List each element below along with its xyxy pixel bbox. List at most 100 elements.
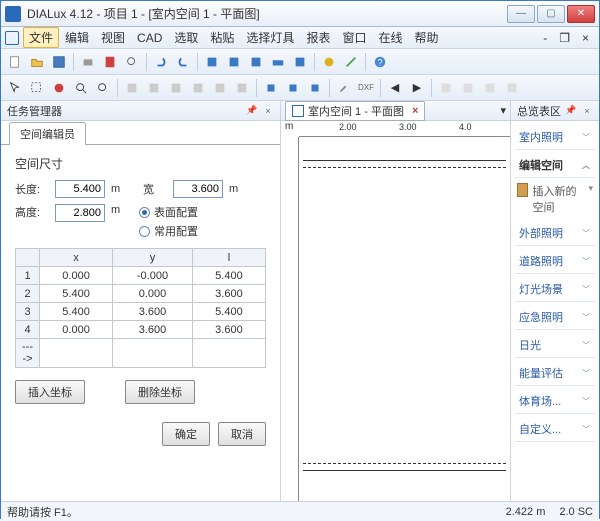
table-row[interactable]: 25.4000.0003.600 — [16, 285, 266, 303]
length-label: 长度: — [15, 181, 49, 197]
toolbar-2: DXF ◀ ▶ — [1, 75, 599, 101]
nav-item-2[interactable]: 外部照明﹀ — [515, 221, 595, 246]
col-l: l — [192, 249, 265, 267]
nav-item-6[interactable]: 日光﹀ — [515, 333, 595, 358]
menu-报表[interactable]: 报表 — [300, 29, 336, 47]
insert-coord-button[interactable]: 插入坐标 — [15, 380, 85, 404]
menu-在线[interactable]: 在线 — [372, 29, 408, 47]
delete-coord-button[interactable]: 删除坐标 — [125, 380, 195, 404]
tool-d-icon[interactable] — [268, 52, 288, 72]
pane-pin-icon[interactable]: 📌 — [246, 105, 258, 117]
mdi-close[interactable]: × — [576, 29, 595, 47]
view-dropdown-icon[interactable]: ▾ — [500, 104, 506, 117]
misc-a-icon[interactable] — [436, 78, 456, 98]
cancel-button[interactable]: 取消 — [218, 422, 266, 446]
chevron-icon: ﹀ — [581, 368, 591, 378]
pan-icon[interactable] — [49, 78, 69, 98]
gray-e-icon[interactable] — [210, 78, 230, 98]
close-button[interactable]: ✕ — [567, 5, 595, 23]
window-title: DIALux 4.12 - 项目 1 - [室内空间 1 - 平面图] — [27, 5, 507, 22]
zoom-icon[interactable] — [71, 78, 91, 98]
menu-编辑[interactable]: 编辑 — [59, 29, 95, 47]
nav-item-1[interactable]: 编辑空间︿ — [515, 153, 595, 178]
blue-c-icon[interactable] — [305, 78, 325, 98]
blue-b-icon[interactable] — [283, 78, 303, 98]
select-icon[interactable] — [27, 78, 47, 98]
arrow-r-icon[interactable]: ▶ — [407, 78, 427, 98]
nav-item-0[interactable]: 室内照明﹀ — [515, 125, 595, 150]
table-row[interactable]: 40.0003.6003.600 — [16, 321, 266, 339]
open-icon[interactable] — [27, 52, 47, 72]
minimize-button[interactable]: — — [507, 5, 535, 23]
nav-item-3[interactable]: 道路照明﹀ — [515, 249, 595, 274]
coordinate-table: x y l 10.000-0.0005.40025.4000.0003.6003… — [15, 248, 266, 368]
undo-icon[interactable] — [151, 52, 171, 72]
nav-item-7[interactable]: 能量评估﹀ — [515, 361, 595, 386]
width-input[interactable] — [173, 180, 223, 198]
misc-d-icon[interactable] — [502, 78, 522, 98]
ok-button[interactable]: 确定 — [162, 422, 210, 446]
radio-surface-config[interactable]: 表面配置 — [139, 204, 198, 220]
misc-c-icon[interactable] — [480, 78, 500, 98]
length-input[interactable] — [55, 180, 105, 198]
nav-item-5[interactable]: 应急照明﹀ — [515, 305, 595, 330]
nav-item-4[interactable]: 灯光场景﹀ — [515, 277, 595, 302]
nav-item-9[interactable]: 自定义...﹀ — [515, 417, 595, 442]
gray-d-icon[interactable] — [188, 78, 208, 98]
gray-c-icon[interactable] — [166, 78, 186, 98]
tool-f-icon[interactable] — [319, 52, 339, 72]
chevron-icon: ﹀ — [581, 256, 591, 266]
dxf-icon[interactable]: DXF — [356, 78, 376, 98]
help-icon[interactable]: ? — [370, 52, 390, 72]
mdi-restore[interactable]: ❐ — [553, 29, 576, 47]
nav-sub-insert[interactable]: 插入新的空间▾ — [515, 181, 595, 221]
tab-close-icon[interactable]: × — [412, 105, 418, 117]
gray-b-icon[interactable] — [144, 78, 164, 98]
redo-icon[interactable] — [173, 52, 193, 72]
nav-item-8[interactable]: 体育场...﹀ — [515, 389, 595, 414]
chevron-icon: ﹀ — [581, 424, 591, 434]
height-input[interactable] — [55, 204, 105, 222]
rpane-pin-icon[interactable]: 📌 — [565, 105, 577, 117]
table-row[interactable]: 35.4003.6005.400 — [16, 303, 266, 321]
save-icon[interactable] — [49, 52, 69, 72]
tab-space-editor[interactable]: 空间编辑员 — [9, 122, 86, 145]
status-help: 帮助请按 F1。 — [7, 504, 78, 520]
misc-b-icon[interactable] — [458, 78, 478, 98]
maximize-button[interactable]: ▢ — [537, 5, 565, 23]
gray-a-icon[interactable] — [122, 78, 142, 98]
tool-b-icon[interactable] — [224, 52, 244, 72]
gray-f-icon[interactable] — [232, 78, 252, 98]
preview-icon[interactable] — [122, 52, 142, 72]
view-tab[interactable]: 室内空间 1 - 平面图 × — [285, 101, 425, 121]
table-row[interactable]: 10.000-0.0005.400 — [16, 267, 266, 285]
arrow-l-icon[interactable]: ◀ — [385, 78, 405, 98]
new-icon[interactable] — [5, 52, 25, 72]
tool-a-icon[interactable] — [202, 52, 222, 72]
menu-CAD[interactable]: CAD — [131, 29, 168, 47]
blue-a-icon[interactable] — [261, 78, 281, 98]
cursor-icon[interactable] — [5, 78, 25, 98]
table-row-new[interactable]: ----> — [16, 339, 266, 368]
mdi-minimize[interactable]: - — [537, 29, 553, 47]
wrench-icon[interactable] — [334, 78, 354, 98]
tool-g-icon[interactable] — [341, 52, 361, 72]
menu-file[interactable]: 文件 — [23, 27, 59, 48]
chevron-icon: ﹀ — [581, 396, 591, 406]
tool-e-icon[interactable] — [290, 52, 310, 72]
pane-close-icon[interactable]: × — [262, 105, 274, 117]
radio-common-config[interactable]: 常用配置 — [139, 223, 198, 239]
chevron-icon: ︿ — [581, 160, 591, 170]
menu-粘贴[interactable]: 粘贴 — [204, 29, 240, 47]
menu-视图[interactable]: 视图 — [95, 29, 131, 47]
zoom-out-icon[interactable] — [93, 78, 113, 98]
menu-帮助[interactable]: 帮助 — [408, 29, 444, 47]
drawing-canvas[interactable]: m 2.00 3.00 4.0 — [281, 121, 510, 501]
rpane-close-icon[interactable]: × — [581, 105, 593, 117]
menu-窗口[interactable]: 窗口 — [336, 29, 372, 47]
pdf-icon[interactable] — [100, 52, 120, 72]
print-icon[interactable] — [78, 52, 98, 72]
menu-选取[interactable]: 选取 — [168, 29, 204, 47]
menu-选择灯具[interactable]: 选择灯具 — [240, 29, 300, 47]
tool-c-icon[interactable] — [246, 52, 266, 72]
